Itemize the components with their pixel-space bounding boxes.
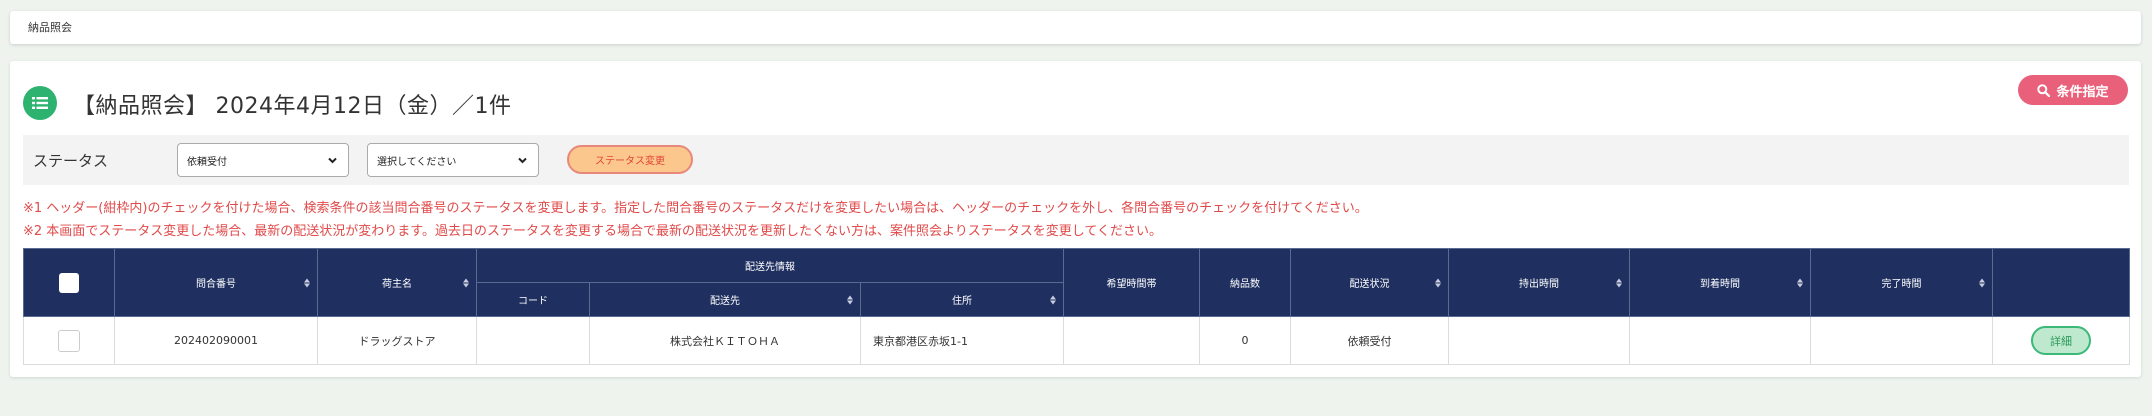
select-all-header: [23, 248, 115, 317]
sort-icon: [1616, 278, 1622, 287]
note-2: ※2 本画面でステータス変更した場合、最新の配送状況が変わります。過去日のステー…: [23, 224, 1162, 239]
cell-quantity: 0: [1199, 316, 1291, 365]
row-select-cell: [23, 316, 115, 365]
sort-icon: [463, 278, 469, 287]
condition-button[interactable]: 条件指定: [2018, 75, 2128, 105]
status-bar: ステータス 依頼受付 選択してください ステータス変更: [23, 135, 2129, 185]
condition-button-label: 条件指定: [2056, 84, 2109, 100]
new-status-select[interactable]: 選択してください: [367, 143, 539, 177]
status-filter-value: 依頼受付: [187, 156, 227, 168]
cell-code: [476, 316, 590, 365]
col-inquiry-no[interactable]: 問合番号: [114, 248, 318, 317]
note-1: ※1 ヘッダー(紺枠内)のチェックを付けた場合、検索条件の該当問合番号のステータ…: [23, 201, 1368, 216]
status-label: ステータス: [33, 152, 109, 170]
cell-pickup-time: [1448, 316, 1630, 365]
status-change-button[interactable]: ステータス変更: [567, 145, 693, 174]
col-pickup-time[interactable]: 持出時間: [1448, 248, 1630, 317]
sort-icon: [1435, 278, 1441, 287]
detail-button[interactable]: 詳細: [2031, 326, 2091, 355]
col-destination[interactable]: 配送先: [589, 282, 861, 317]
select-all-checkbox[interactable]: [59, 272, 79, 293]
cell-address: 東京都港区赤坂1-1: [860, 316, 1064, 365]
breadcrumb-label: 納品照会: [28, 21, 72, 34]
list-icon: [23, 86, 57, 120]
sort-icon: [847, 295, 853, 304]
cell-actions: 詳細: [1992, 316, 2130, 365]
sort-icon: [304, 278, 310, 287]
sort-icon: [1979, 278, 1985, 287]
status-filter-select[interactable]: 依頼受付: [177, 143, 349, 177]
chevron-down-icon: [518, 157, 527, 164]
table-row: 202402090001 ドラッグストア 株式会社ＫＩＴＯＨＡ 東京都港区赤坂1…: [23, 316, 2130, 365]
cell-inquiry-no: 202402090001: [114, 316, 318, 365]
row-checkbox[interactable]: [58, 329, 80, 352]
cell-desired-time: [1063, 316, 1200, 365]
breadcrumb: 納品照会: [10, 11, 2141, 44]
sort-icon: [1050, 295, 1056, 304]
col-shipper[interactable]: 荷主名: [317, 248, 477, 317]
cell-arrival-time: [1629, 316, 1811, 365]
search-icon: [2037, 83, 2051, 97]
col-completion-time[interactable]: 完了時間: [1810, 248, 1993, 317]
col-actions: [1992, 248, 2130, 317]
col-group-delivery-info: 配送先情報: [476, 248, 1064, 283]
col-address[interactable]: 住所: [860, 282, 1064, 317]
col-desired-time: 希望時間帯: [1063, 248, 1200, 317]
sort-icon: [1797, 278, 1803, 287]
new-status-value: 選択してください: [377, 156, 457, 168]
main-card: 【納品照会】 2024年4月12日（金）／1件 条件指定 ステータス 依頼受付 …: [10, 61, 2141, 377]
col-arrival-time[interactable]: 到着時間: [1629, 248, 1811, 317]
cell-shipper: ドラッグストア: [317, 316, 477, 365]
col-code: コード: [476, 282, 590, 317]
cell-destination: 株式会社ＫＩＴＯＨＡ: [589, 316, 861, 365]
chevron-down-icon: [328, 157, 337, 164]
delivery-table: 問合番号 荷主名 配送先情報 希望時間帯 納品数 配送状況 持出時間 到着時間 …: [23, 248, 2130, 365]
cell-completion-time: [1810, 316, 1993, 365]
page-title: 【納品照会】 2024年4月12日（金）／1件: [73, 94, 512, 119]
col-quantity: 納品数: [1199, 248, 1291, 317]
col-delivery-status[interactable]: 配送状況: [1290, 248, 1449, 317]
cell-delivery-status: 依頼受付: [1290, 316, 1449, 365]
